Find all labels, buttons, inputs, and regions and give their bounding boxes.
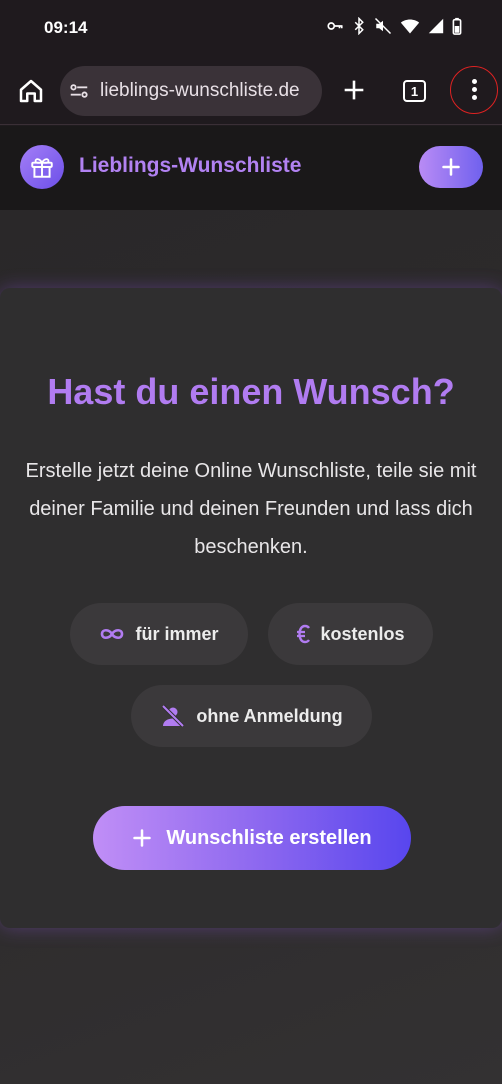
header-add-button[interactable] [419, 146, 483, 188]
url-text: lieblings-wunschliste.de [100, 80, 300, 101]
hero-title: Hast du einen Wunsch? [47, 371, 455, 412]
battery-icon [452, 17, 462, 35]
wifi-icon [400, 19, 420, 34]
site-header: Lieblings-Wunschliste [0, 126, 502, 210]
hero-card: Hast du einen Wunsch? Erstelle jetzt dei… [0, 288, 502, 928]
infinity-icon [101, 628, 124, 640]
site-title[interactable]: Lieblings-Wunschliste [79, 154, 301, 178]
feature-chip-free: kostenlos [268, 603, 433, 665]
browser-toolbar: lieblings-wunschliste.de 1 [0, 56, 502, 125]
feature-label: für immer [135, 623, 219, 644]
hero-description: Erstelle jetzt deine Online Wunschliste,… [25, 460, 477, 558]
key-icon [327, 22, 343, 30]
status-icons [326, 17, 462, 35]
bluetooth-icon [354, 17, 364, 35]
feature-chip-forever: für immer [70, 603, 248, 665]
plus-icon [344, 80, 364, 100]
plus-icon [133, 829, 152, 847]
create-wishlist-label: Wunschliste erstellen [166, 826, 372, 849]
signal-icon [428, 18, 444, 34]
menu-dot-icon [472, 87, 477, 92]
gift-icon [31, 158, 53, 178]
home-button[interactable] [16, 76, 46, 106]
new-tab-button[interactable] [340, 76, 368, 104]
home-icon [19, 79, 43, 103]
browser-menu-button[interactable] [450, 66, 498, 114]
tab-switcher-button[interactable]: 1 [403, 80, 426, 102]
feature-chip-no-login: ohne Anmeldung [131, 685, 372, 747]
address-bar[interactable]: lieblings-wunschliste.de [60, 66, 322, 116]
menu-dot-icon [472, 95, 477, 100]
feature-label: ohne Anmeldung [196, 705, 343, 726]
feature-label: kostenlos [320, 623, 405, 644]
person-off-icon [161, 705, 185, 727]
euro-icon [297, 624, 311, 644]
site-settings-icon[interactable] [68, 80, 90, 102]
plus-icon [442, 158, 460, 176]
create-wishlist-button[interactable]: Wunschliste erstellen [93, 806, 411, 870]
menu-dot-icon [472, 79, 477, 84]
status-bar: 09:14 [0, 0, 502, 56]
mute-icon [374, 17, 392, 35]
status-time: 09:14 [44, 18, 88, 37]
logo[interactable] [20, 145, 64, 189]
